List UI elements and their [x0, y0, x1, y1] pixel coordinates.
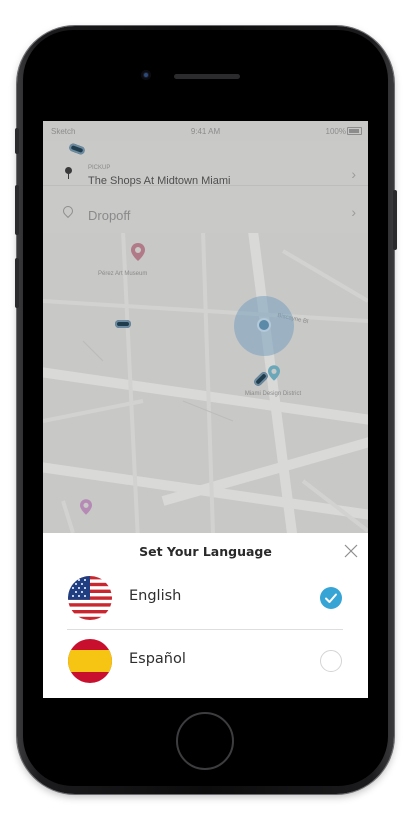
front-camera-icon	[141, 70, 151, 80]
map-place-label: Miami Design District	[244, 391, 302, 397]
dropoff-pin-icon	[60, 203, 76, 219]
chevron-right-icon: ›	[351, 204, 356, 220]
current-location-icon	[259, 320, 269, 330]
pickup-pin-icon	[65, 167, 72, 179]
language-sheet: Set Your Language English Español	[43, 533, 368, 698]
close-icon[interactable]	[343, 543, 359, 559]
car-icon	[115, 320, 131, 328]
map-pin-icon	[268, 365, 280, 381]
earpiece-speaker	[174, 74, 240, 79]
home-button[interactable]	[176, 712, 234, 770]
app-screen: Sketch 9:41 AM 100% PICKUP The Shops At …	[43, 121, 368, 698]
spain-flag-icon	[68, 639, 112, 683]
volume-down-button	[15, 258, 19, 308]
language-option-english[interactable]: English	[43, 567, 368, 629]
language-label: Español	[129, 651, 186, 667]
volume-up-button	[15, 185, 19, 235]
chevron-right-icon: ›	[351, 166, 356, 182]
battery-percent: 100%	[325, 127, 346, 136]
status-bar: Sketch 9:41 AM 100%	[43, 121, 368, 141]
status-time: 9:41 AM	[190, 127, 221, 136]
us-flag-icon	[68, 576, 112, 620]
battery-icon	[347, 127, 362, 135]
radio-unchecked[interactable]	[320, 650, 342, 672]
pickup-caption: PICKUP	[88, 165, 111, 171]
power-button	[393, 190, 397, 250]
radio-checked[interactable]	[320, 587, 342, 609]
map-pin-icon	[131, 243, 145, 261]
checkmark-icon	[325, 593, 337, 603]
sheet-title: Set Your Language	[139, 544, 272, 559]
language-label: English	[129, 588, 182, 604]
language-option-spanish[interactable]: Español	[43, 630, 368, 692]
mute-switch	[15, 128, 19, 154]
device-mockup: Sketch 9:41 AM 100% PICKUP The Shops At …	[0, 0, 413, 821]
map-pin-icon	[80, 499, 92, 515]
dropoff-row[interactable]: Dropoff ›	[43, 186, 368, 230]
dropoff-placeholder: Dropoff	[88, 208, 131, 223]
pickup-row[interactable]: PICKUP The Shops At Midtown Miami ›	[43, 141, 368, 187]
map-poi-label: Pérez Art Museum	[98, 271, 148, 277]
